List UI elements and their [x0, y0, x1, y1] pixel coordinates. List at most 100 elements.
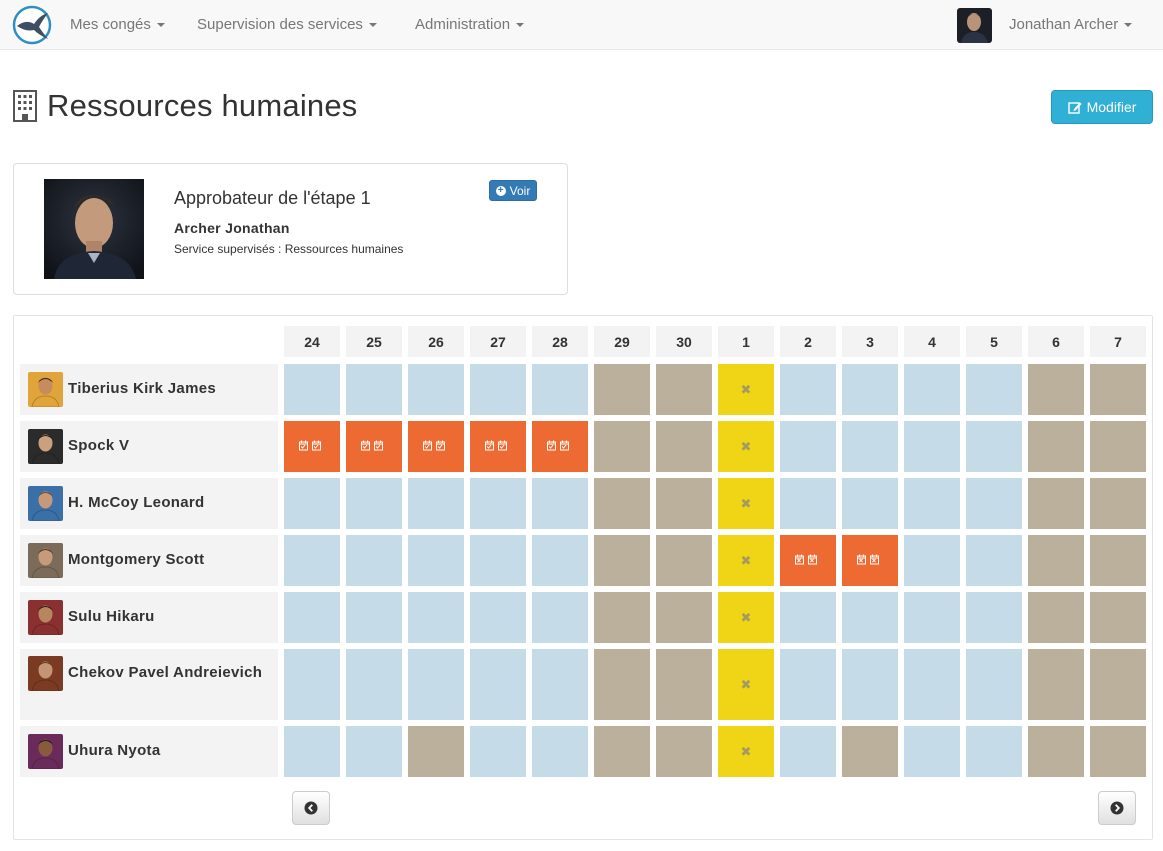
- next-week-button[interactable]: [1098, 791, 1136, 825]
- day-cell-working[interactable]: [284, 364, 340, 415]
- day-cell-weekend[interactable]: [594, 478, 650, 529]
- day-cell-working[interactable]: [346, 726, 402, 777]
- day-cell-working[interactable]: [966, 535, 1022, 586]
- day-cell-weekend[interactable]: [1028, 592, 1084, 643]
- day-cell-working[interactable]: [470, 478, 526, 529]
- day-cell-working[interactable]: [284, 535, 340, 586]
- day-cell-weekend[interactable]: [656, 421, 712, 472]
- day-cell-working[interactable]: [470, 535, 526, 586]
- day-cell-working[interactable]: [408, 592, 464, 643]
- day-cell-working[interactable]: [532, 726, 588, 777]
- day-cell-working[interactable]: [284, 726, 340, 777]
- day-cell-holiday[interactable]: ✖: [718, 478, 774, 529]
- day-cell-leave[interactable]: [842, 535, 898, 586]
- day-cell-holiday[interactable]: ✖: [718, 592, 774, 643]
- day-cell-leave[interactable]: [780, 535, 836, 586]
- day-cell-working[interactable]: [904, 421, 960, 472]
- day-cell-weekend[interactable]: [1090, 592, 1146, 643]
- employee-avatar[interactable]: [28, 600, 63, 635]
- day-cell-working[interactable]: [966, 478, 1022, 529]
- day-cell-holiday[interactable]: ✖: [718, 535, 774, 586]
- day-cell-leave[interactable]: [532, 421, 588, 472]
- day-cell-weekend[interactable]: [1090, 478, 1146, 529]
- day-cell-weekend[interactable]: [594, 649, 650, 720]
- day-cell-leave[interactable]: [470, 421, 526, 472]
- day-cell-working[interactable]: [780, 649, 836, 720]
- day-cell-weekend[interactable]: [594, 592, 650, 643]
- day-cell-working[interactable]: [532, 535, 588, 586]
- day-cell-working[interactable]: [346, 535, 402, 586]
- day-cell-working[interactable]: [780, 421, 836, 472]
- day-cell-weekend[interactable]: [656, 364, 712, 415]
- day-cell-weekend[interactable]: [594, 421, 650, 472]
- day-cell-working[interactable]: [284, 478, 340, 529]
- day-cell-working[interactable]: [966, 592, 1022, 643]
- day-cell-weekend[interactable]: [656, 592, 712, 643]
- user-avatar[interactable]: [957, 8, 992, 43]
- day-cell-working[interactable]: [780, 478, 836, 529]
- day-cell-working[interactable]: [346, 649, 402, 720]
- day-cell-working[interactable]: [780, 726, 836, 777]
- day-cell-weekend[interactable]: [1090, 535, 1146, 586]
- day-cell-holiday[interactable]: ✖: [718, 726, 774, 777]
- day-cell-working[interactable]: [532, 478, 588, 529]
- day-cell-working[interactable]: [532, 649, 588, 720]
- day-cell-holiday[interactable]: ✖: [718, 649, 774, 720]
- employee-avatar[interactable]: [28, 429, 63, 464]
- day-cell-working[interactable]: [780, 592, 836, 643]
- day-cell-working[interactable]: [904, 592, 960, 643]
- day-cell-working[interactable]: [470, 649, 526, 720]
- day-cell-working[interactable]: [904, 364, 960, 415]
- day-cell-weekend[interactable]: [656, 478, 712, 529]
- day-cell-working[interactable]: [408, 649, 464, 720]
- day-cell-working[interactable]: [346, 478, 402, 529]
- day-cell-weekend[interactable]: [1028, 649, 1084, 720]
- day-cell-working[interactable]: [470, 726, 526, 777]
- day-cell-working[interactable]: [966, 421, 1022, 472]
- day-cell-working[interactable]: [532, 364, 588, 415]
- nav-supervision[interactable]: Supervision des services: [197, 0, 377, 50]
- day-cell-working[interactable]: [470, 364, 526, 415]
- day-cell-weekend[interactable]: [1090, 649, 1146, 720]
- day-cell-working[interactable]: [904, 726, 960, 777]
- prev-week-button[interactable]: [292, 791, 330, 825]
- day-cell-working[interactable]: [966, 649, 1022, 720]
- day-cell-weekend[interactable]: [594, 535, 650, 586]
- day-cell-working[interactable]: [532, 592, 588, 643]
- day-cell-weekend[interactable]: [1028, 421, 1084, 472]
- day-cell-working[interactable]: [780, 364, 836, 415]
- day-cell-holiday[interactable]: ✖: [718, 364, 774, 415]
- day-cell-working[interactable]: [346, 364, 402, 415]
- nav-mes-conges[interactable]: Mes congés: [70, 0, 165, 50]
- day-cell-weekend[interactable]: [1028, 478, 1084, 529]
- employee-avatar[interactable]: [28, 372, 63, 407]
- day-cell-weekend[interactable]: [408, 726, 464, 777]
- voir-button[interactable]: + Voir: [489, 180, 537, 201]
- day-cell-working[interactable]: [904, 478, 960, 529]
- day-cell-working[interactable]: [904, 649, 960, 720]
- day-cell-working[interactable]: [842, 592, 898, 643]
- day-cell-working[interactable]: [408, 478, 464, 529]
- day-cell-weekend[interactable]: [656, 535, 712, 586]
- day-cell-working[interactable]: [470, 592, 526, 643]
- day-cell-weekend[interactable]: [1090, 364, 1146, 415]
- day-cell-weekend[interactable]: [1090, 421, 1146, 472]
- day-cell-weekend[interactable]: [656, 726, 712, 777]
- day-cell-working[interactable]: [284, 592, 340, 643]
- day-cell-weekend[interactable]: [1028, 364, 1084, 415]
- day-cell-working[interactable]: [966, 726, 1022, 777]
- day-cell-weekend[interactable]: [594, 726, 650, 777]
- day-cell-weekend[interactable]: [842, 726, 898, 777]
- day-cell-working[interactable]: [966, 364, 1022, 415]
- day-cell-working[interactable]: [346, 592, 402, 643]
- day-cell-working[interactable]: [842, 649, 898, 720]
- day-cell-working[interactable]: [408, 535, 464, 586]
- day-cell-working[interactable]: [842, 478, 898, 529]
- day-cell-holiday[interactable]: ✖: [718, 421, 774, 472]
- day-cell-weekend[interactable]: [1028, 726, 1084, 777]
- day-cell-weekend[interactable]: [594, 364, 650, 415]
- day-cell-working[interactable]: [408, 364, 464, 415]
- day-cell-leave[interactable]: [346, 421, 402, 472]
- employee-avatar[interactable]: [28, 543, 63, 578]
- nav-administration[interactable]: Administration: [415, 0, 525, 50]
